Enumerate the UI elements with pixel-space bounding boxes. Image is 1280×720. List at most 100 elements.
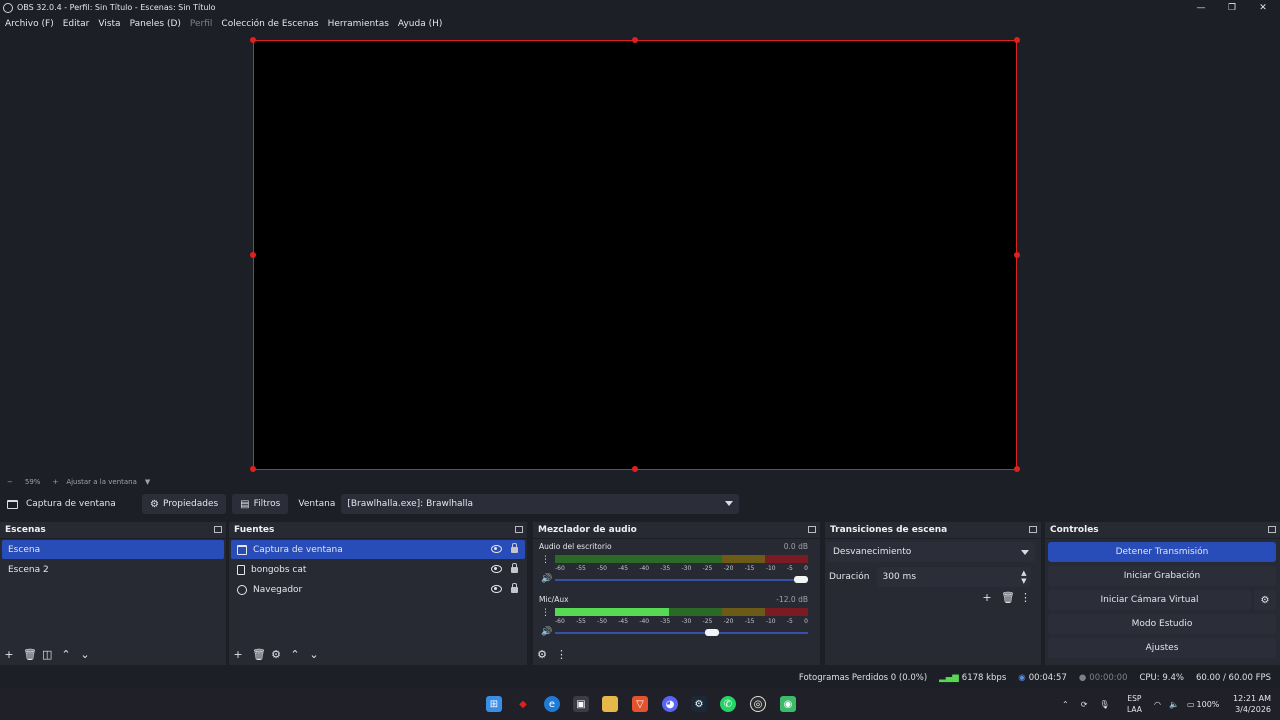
- add-scene-button[interactable]: +: [4, 648, 14, 661]
- eye-icon[interactable]: [491, 565, 502, 573]
- move-scene-up-button[interactable]: ⌃: [61, 648, 71, 661]
- more-icon[interactable]: ⋮: [541, 555, 550, 565]
- menu-editar[interactable]: Editar: [63, 19, 90, 29]
- stream-icon: ◉: [1018, 673, 1026, 683]
- menu-ayuda[interactable]: Ayuda (H): [398, 19, 442, 29]
- tick-label: -25: [702, 565, 713, 572]
- more-icon[interactable]: ⋮: [1020, 591, 1031, 604]
- resize-handle-right[interactable]: [1014, 252, 1020, 258]
- preview-canvas[interactable]: [253, 40, 1017, 470]
- resize-handle-top-right[interactable]: [1014, 37, 1020, 43]
- remove-scene-button[interactable]: 🗑: [23, 648, 37, 661]
- resize-handle-top[interactable]: [632, 37, 638, 43]
- app-green-icon[interactable]: ◉: [780, 696, 796, 712]
- advanced-audio-icon[interactable]: ⚙: [537, 648, 547, 661]
- channel-db: -12.0 dB: [776, 595, 808, 604]
- eye-icon[interactable]: [491, 585, 502, 593]
- resize-handle-top-left[interactable]: [250, 37, 256, 43]
- move-source-down-button[interactable]: ⌄: [309, 648, 319, 661]
- menu-perfil[interactable]: Perfil: [190, 19, 213, 29]
- language-indicator[interactable]: ESP LAA: [1127, 693, 1142, 715]
- eye-icon[interactable]: [491, 545, 502, 553]
- scene-item[interactable]: Escena: [2, 540, 224, 559]
- scene-item[interactable]: Escena 2: [2, 560, 224, 579]
- scenes-toolbar: + 🗑 ◫ ⌃ ⌄: [4, 648, 99, 661]
- undock-icon[interactable]: [808, 526, 816, 533]
- whatsapp-icon[interactable]: ✆: [720, 696, 736, 712]
- undock-icon[interactable]: [515, 526, 523, 533]
- menu-coleccion-escenas[interactable]: Colección de Escenas: [221, 19, 318, 29]
- resize-handle-left[interactable]: [250, 252, 256, 258]
- zoom-fit-label[interactable]: Ajustar a la ventana: [66, 478, 137, 486]
- window-select[interactable]: [Brawlhalla.exe]: Brawlhalla: [341, 494, 740, 514]
- chevron-down-icon[interactable]: ▼: [145, 478, 150, 486]
- remove-source-button[interactable]: 🗑: [252, 648, 266, 661]
- speaker-icon[interactable]: 🔊: [541, 574, 552, 584]
- filters-button[interactable]: ▤ Filtros: [232, 494, 289, 514]
- source-properties-button[interactable]: ⚙: [271, 648, 281, 661]
- resize-handle-bottom[interactable]: [632, 466, 638, 472]
- resize-handle-bottom-right[interactable]: [1014, 466, 1020, 472]
- app-red-icon[interactable]: ◆: [515, 696, 531, 712]
- volume-slider[interactable]: [555, 576, 808, 583]
- microphone-icon[interactable]: 🎙: [1099, 700, 1109, 709]
- menu-archivo[interactable]: Archivo (F): [5, 19, 54, 29]
- stop-stream-button[interactable]: Detener Transmisión: [1048, 542, 1276, 562]
- lock-icon[interactable]: [511, 543, 518, 553]
- spinner-icon[interactable]: ▲ ▼: [1021, 569, 1026, 585]
- undock-icon[interactable]: [214, 526, 222, 533]
- minimize-button[interactable]: —: [1186, 0, 1216, 15]
- wifi-icon[interactable]: ◠: [1154, 700, 1161, 709]
- edge-icon[interactable]: e: [544, 696, 560, 712]
- settings-button[interactable]: Ajustes: [1048, 638, 1276, 658]
- source-item[interactable]: Navegador: [231, 580, 525, 599]
- folder-icon[interactable]: [602, 696, 618, 712]
- add-transition-button[interactable]: +: [982, 591, 992, 604]
- volume-slider-knob[interactable]: [705, 629, 720, 636]
- brave-icon[interactable]: ▽: [632, 696, 648, 712]
- steam-icon[interactable]: ⚙: [691, 696, 707, 712]
- menu-vista[interactable]: Vista: [98, 19, 120, 29]
- properties-button[interactable]: ⚙ Propiedades: [142, 494, 227, 514]
- resize-handle-bottom-left[interactable]: [250, 466, 256, 472]
- transition-select[interactable]: Desvanecimiento: [827, 542, 1035, 562]
- duration-input[interactable]: 300 ms ▲ ▼: [876, 567, 1031, 587]
- virtual-camera-settings-button[interactable]: ⚙: [1254, 590, 1276, 610]
- menu-herramientas[interactable]: Herramientas: [328, 19, 389, 29]
- volume-slider-knob[interactable]: [794, 576, 808, 583]
- obs-taskbar-icon[interactable]: ◎: [750, 696, 766, 712]
- volume-icon[interactable]: 🔈: [1169, 700, 1179, 709]
- add-source-button[interactable]: +: [233, 648, 243, 661]
- start-recording-button[interactable]: Iniciar Grabación: [1048, 566, 1276, 586]
- undock-icon[interactable]: [1268, 526, 1276, 533]
- move-scene-down-button[interactable]: ⌄: [80, 648, 90, 661]
- start-virtual-camera-button[interactable]: Iniciar Cámara Virtual: [1048, 590, 1251, 610]
- remove-transition-button[interactable]: 🗑: [1001, 591, 1015, 604]
- zoom-in-button[interactable]: +: [52, 478, 58, 486]
- windows-start-icon[interactable]: ⊞: [486, 696, 502, 712]
- sync-icon[interactable]: ⟳: [1081, 700, 1088, 709]
- zoom-out-button[interactable]: −: [7, 478, 13, 486]
- volume-slider[interactable]: [555, 629, 808, 636]
- source-item[interactable]: bongobs cat: [231, 560, 525, 579]
- undock-icon[interactable]: [1029, 526, 1037, 533]
- menu-paneles[interactable]: Paneles (D): [130, 19, 181, 29]
- source-item[interactable]: Captura de ventana: [231, 540, 525, 559]
- window-capture-icon: [237, 544, 247, 555]
- studio-mode-button[interactable]: Modo Estudio: [1048, 614, 1276, 634]
- move-source-up-button[interactable]: ⌃: [290, 648, 300, 661]
- clock[interactable]: 12:21 AM 3/4/2026: [1233, 693, 1271, 715]
- lock-icon[interactable]: [511, 583, 518, 593]
- chevron-up-icon[interactable]: ⌃: [1062, 700, 1069, 709]
- store-icon[interactable]: ▣: [573, 696, 589, 712]
- close-button[interactable]: ✕: [1248, 0, 1278, 15]
- discord-icon[interactable]: ◕: [662, 696, 678, 712]
- scene-filters-button[interactable]: ◫: [42, 648, 52, 661]
- preview-area[interactable]: [0, 33, 1280, 475]
- maximize-button[interactable]: ❐: [1217, 0, 1247, 15]
- lock-icon[interactable]: [511, 563, 518, 573]
- battery-icon[interactable]: ▭: [1187, 700, 1195, 709]
- more-icon[interactable]: ⋮: [556, 648, 567, 661]
- speaker-icon[interactable]: 🔊: [541, 627, 552, 637]
- more-icon[interactable]: ⋮: [541, 608, 550, 618]
